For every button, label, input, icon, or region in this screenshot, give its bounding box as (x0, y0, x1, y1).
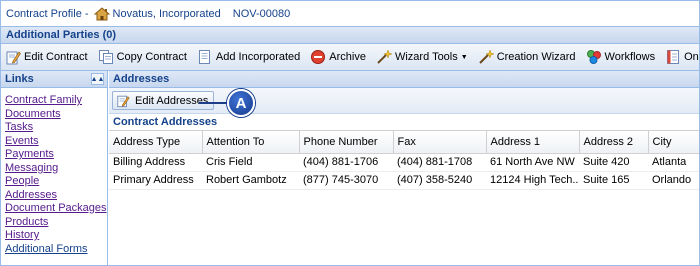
additional-parties-header[interactable]: Additional Parties (0) (1, 26, 699, 44)
wizard-tools-label: Wizard Tools (394, 51, 458, 63)
add-incorporated-label: Add Incorporated (215, 51, 301, 63)
table-header-row: Address Type Attention To Phone Number F… (109, 131, 699, 154)
links-panel: Links ▲▲ Contract Family Documents Tasks… (1, 71, 108, 265)
document-add-icon (198, 50, 210, 64)
copy-icon (98, 50, 113, 64)
table-cell: (404) 881-1706 (299, 153, 393, 172)
add-incorporated-button[interactable]: Add Incorporated (195, 47, 304, 68)
link-events[interactable]: Events (5, 135, 107, 149)
link-documents[interactable]: Documents (5, 108, 107, 122)
collapse-icon[interactable]: ▲▲ (91, 73, 104, 85)
link-contract-family[interactable]: Contract Family (5, 94, 107, 108)
contract-profile-bar: Contract Profile - Novatus, Incorporated… (1, 1, 699, 26)
copy-contract-button[interactable]: Copy Contract (96, 47, 191, 68)
callout-connector (199, 102, 229, 104)
edit-addresses-label: Edit Addresses (135, 94, 209, 107)
chevron-down-icon: ▼ (460, 53, 468, 61)
workflows-label: Workflows (604, 51, 656, 63)
one-click-report-button[interactable]: One Click Report (663, 47, 699, 68)
wand-icon (377, 49, 392, 64)
table-row[interactable]: Billing Address Cris Field (404) 881-170… (109, 153, 699, 172)
column-header-fax[interactable]: Fax (393, 131, 487, 154)
addresses-title: Addresses (113, 73, 170, 85)
table-cell: 61 North Ave NW (486, 153, 579, 172)
profile-label: Contract Profile - (6, 7, 89, 20)
addresses-panel: Addresses Edit Addresses A Contract Addr… (109, 71, 699, 265)
creation-wizard-label: Creation Wizard (496, 51, 576, 63)
additional-parties-title: Additional Parties (0) (6, 29, 117, 41)
edit-icon (117, 95, 130, 107)
table-row[interactable]: Primary Address Robert Gambotz (877) 745… (109, 171, 699, 190)
table-cell: Billing Address (109, 153, 202, 172)
contract-code: NOV-00080 (232, 7, 291, 20)
column-header-address-2[interactable]: Address 2 (579, 131, 649, 154)
archive-label: Archive (329, 51, 366, 63)
links-list: Contract Family Documents Tasks Events P… (1, 88, 107, 256)
table-cell: (404) 881-1708 (393, 153, 486, 172)
contract-addresses-title: Contract Addresses (113, 116, 218, 128)
contract-addresses-header: Contract Addresses (109, 114, 699, 131)
links-title: Links (5, 73, 34, 85)
callout-badge: A (227, 89, 255, 117)
table-cell: Suite 165 (579, 171, 648, 190)
link-document-packages[interactable]: Document Packages (5, 202, 107, 216)
creation-wizard-button[interactable]: Creation Wizard (476, 47, 580, 68)
addresses-table: Address Type Attention To Phone Number F… (109, 131, 699, 190)
links-header: Links ▲▲ (1, 71, 107, 88)
column-header-address-type[interactable]: Address Type (109, 131, 203, 154)
table-cell: Atlanta (648, 153, 699, 172)
table-cell: 12124 High Tech... (486, 171, 579, 190)
addresses-header: Addresses (109, 71, 699, 88)
home-icon (93, 6, 110, 20)
workflow-icon (586, 50, 601, 64)
table-cell: Suite 420 (579, 153, 648, 172)
link-addresses[interactable]: Addresses (5, 189, 107, 203)
column-header-attention-to[interactable]: Attention To (202, 131, 300, 154)
archive-icon (311, 50, 326, 64)
link-tasks[interactable]: Tasks (5, 121, 107, 135)
one-click-report-label: One Click Report (684, 51, 699, 63)
wand-icon (478, 49, 494, 64)
link-products[interactable]: Products (5, 216, 107, 230)
column-header-city[interactable]: City (648, 131, 699, 154)
edit-addresses-button[interactable]: Edit Addresses (112, 91, 215, 110)
edit-contract-button[interactable]: Edit Contract (3, 47, 92, 68)
link-additional-forms[interactable]: Additional Forms (5, 243, 107, 257)
table-cell: (877) 745-3070 (299, 171, 393, 190)
archive-button[interactable]: Archive (308, 47, 370, 68)
link-payments[interactable]: Payments (5, 148, 107, 162)
table-cell: (407) 358-5240 (393, 171, 486, 190)
workflows-button[interactable]: Workflows (584, 47, 660, 68)
column-header-address-1[interactable]: Address 1 (486, 131, 580, 154)
report-icon (667, 50, 680, 64)
table-cell: Cris Field (202, 153, 299, 172)
edit-contract-label: Edit Contract (24, 51, 88, 63)
edit-icon (6, 51, 21, 65)
link-history[interactable]: History (5, 229, 107, 243)
table-cell: Primary Address (109, 171, 202, 190)
link-people[interactable]: People (5, 175, 107, 189)
table-cell: Orlando (648, 171, 699, 190)
column-header-phone-number[interactable]: Phone Number (299, 131, 394, 154)
addresses-toolbar: Edit Addresses (109, 88, 699, 114)
table-cell: Robert Gambotz (202, 171, 299, 190)
app-window: Contract Profile - Novatus, Incorporated… (0, 0, 700, 266)
link-messaging[interactable]: Messaging (5, 162, 107, 176)
company-name[interactable]: Novatus, Incorporated (113, 8, 221, 20)
contract-toolbar: Edit Contract Copy Contract Add Incorpor… (1, 44, 699, 71)
copy-contract-label: Copy Contract (116, 51, 187, 63)
wizard-tools-button[interactable]: Wizard Tools ▼ (374, 47, 472, 68)
